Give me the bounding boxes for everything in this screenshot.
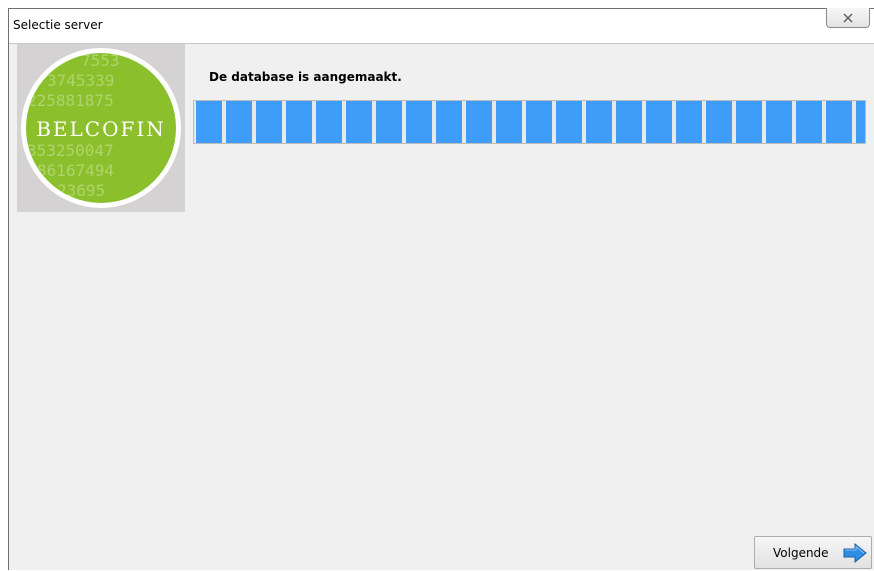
window-title: Selectie server <box>13 18 103 32</box>
progress-bar <box>193 100 866 144</box>
title-bar: Selectie server <box>9 8 874 44</box>
setup-dialog: Selectie server 7553 3745339 225881875 3… <box>8 8 874 570</box>
close-icon <box>843 13 853 22</box>
logo-text: BELCOFIN <box>36 117 166 141</box>
close-button[interactable] <box>826 8 870 28</box>
progress-fill <box>194 101 865 143</box>
svg-text:225881875: 225881875 <box>27 91 114 110</box>
belcofin-logo: 7553 3745339 225881875 353250047 8616749… <box>21 48 181 208</box>
next-button-label: Volgende <box>773 545 829 560</box>
arrow-right-icon <box>843 542 867 563</box>
svg-text:86167494: 86167494 <box>37 161 114 180</box>
svg-text:3745339: 3745339 <box>47 71 114 90</box>
next-button[interactable]: Volgende <box>754 536 872 569</box>
svg-text:353250047: 353250047 <box>27 141 114 160</box>
status-message: De database is aangemaakt. <box>209 70 402 84</box>
logo-panel: 7553 3745339 225881875 353250047 8616749… <box>17 44 185 212</box>
